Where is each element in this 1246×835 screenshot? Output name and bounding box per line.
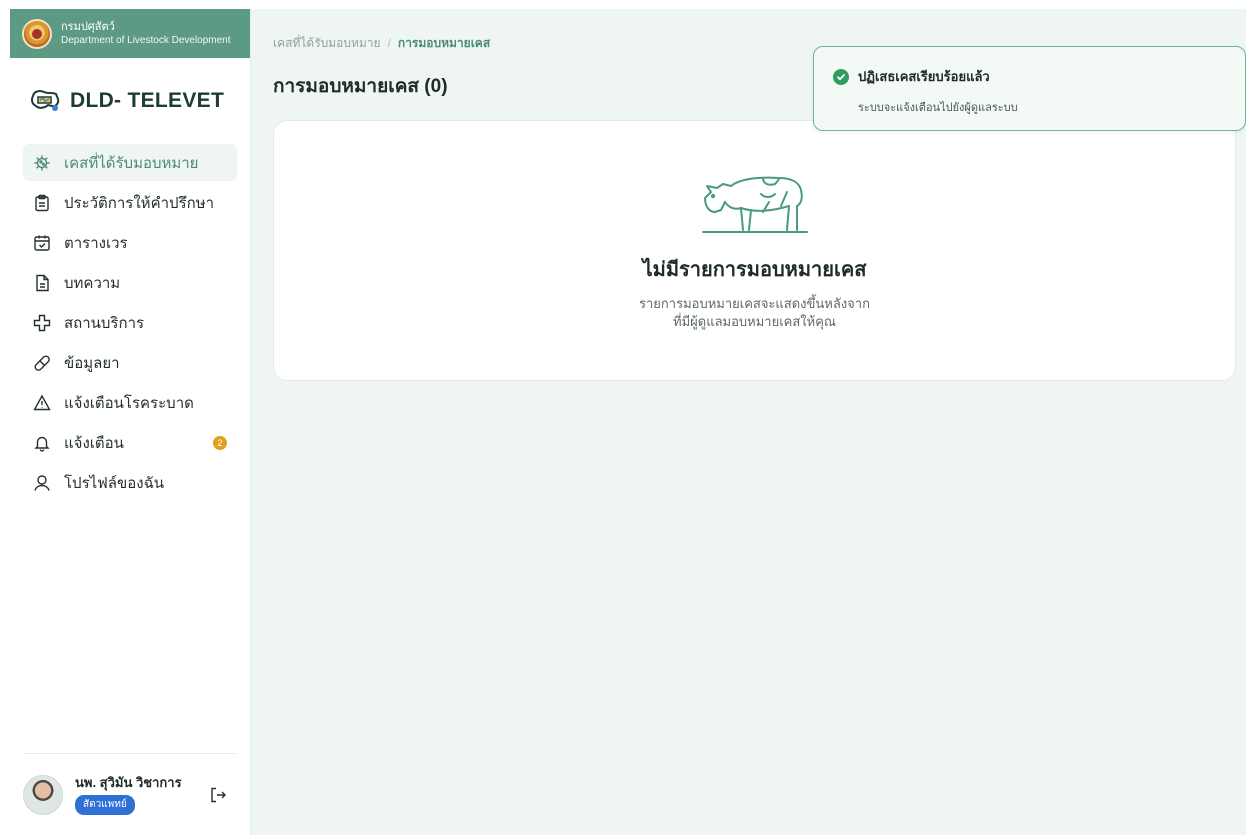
empty-state-description: รายการมอบหมายเคสจะแสดงขึ้นหลังจาก ที่มีผ… [639, 296, 870, 329]
sidebar-item-schedule[interactable]: ตารางเวร [23, 224, 237, 261]
sidebar-item-label: โปรไฟล์ของฉัน [64, 474, 165, 492]
televet-logo-icon [31, 90, 60, 111]
sidebar: กรมปศุสัตว์ Department of Livestock Deve… [10, 9, 251, 835]
breadcrumb-parent-link[interactable]: เคสที่ได้รับมอบหมาย [273, 36, 381, 50]
clipboard-icon [35, 194, 49, 211]
sidebar-item-label: แจ้งเตือนโรคระบาด [64, 394, 194, 412]
breadcrumb-separator: / [387, 36, 391, 50]
brand-name: DLD- TELEVET [70, 89, 225, 112]
sidebar-item-notifications[interactable]: แจ้งเตือน 2 [23, 424, 237, 461]
medical-cross-icon [33, 314, 51, 331]
sidebar-item-label: ตารางเวร [64, 234, 128, 252]
pill-icon [34, 355, 50, 371]
sidebar-item-outbreak-alerts[interactable]: แจ้งเตือนโรคระบาด [23, 384, 237, 421]
avatar[interactable] [23, 774, 63, 815]
user-name: นพ. สุวิมัน วิชาการ [75, 775, 182, 790]
sidebar-item-assigned-cases[interactable]: เคสที่ได้รับมอบหมาย [23, 144, 237, 181]
logout-icon[interactable] [209, 786, 227, 804]
sidebar-item-label: แจ้งเตือน [64, 434, 124, 452]
user-role-badge: สัตวแพทย์ [75, 795, 135, 815]
breadcrumb-current: การมอบหมายเคส [397, 36, 491, 50]
empty-state-card: ไม่มีรายการมอบหมายเคส รายการมอบหมายเคสจะ… [273, 120, 1236, 381]
check-circle-icon [833, 68, 849, 85]
toast-message: ระบบจะแจ้งเตือนไปยังผู้ดูแลระบบ [858, 102, 1018, 114]
sidebar-item-my-profile[interactable]: โปรไฟล์ของฉัน [23, 464, 237, 501]
user-profile-block: นพ. สุวิมัน วิชาการ สัตวแพทย์ [23, 753, 237, 835]
success-toast[interactable]: ปฏิเสธเคสเรียบร้อยแล้ว ระบบจะแจ้งเตือนไป… [813, 46, 1246, 131]
sidebar-item-label: เคสที่ได้รับมอบหมาย [64, 154, 199, 172]
bell-icon [34, 436, 50, 452]
user-icon [34, 474, 50, 491]
cow-illustration-icon [701, 176, 808, 233]
sidebar-item-articles[interactable]: บทความ [23, 264, 237, 301]
notification-count-badge: 2 [213, 436, 227, 450]
brand[interactable]: DLD- TELEVET [10, 58, 250, 144]
sidebar-item-drug-info[interactable]: ข้อมูลยา [23, 344, 237, 381]
org-name-th: กรมปศุสัตว์ [61, 20, 115, 33]
org-header: กรมปศุสัตว์ Department of Livestock Deve… [10, 9, 250, 58]
virus-icon [34, 155, 50, 170]
sidebar-item-label: ประวัติการให้คำปรึกษา [64, 194, 214, 212]
app-window: กรมปศุสัตว์ Department of Livestock Deve… [10, 9, 1246, 835]
toast-title: ปฏิเสธเคสเรียบร้อยแล้ว [858, 69, 990, 84]
sidebar-item-facilities[interactable]: สถานบริการ [23, 304, 237, 341]
sidebar-item-label: สถานบริการ [64, 314, 145, 332]
org-name-en: Department of Livestock Development [61, 34, 231, 46]
sidebar-item-consult-history[interactable]: ประวัติการให้คำปรึกษา [23, 184, 237, 221]
sidebar-item-label: ข้อมูลยา [64, 354, 120, 372]
sidebar-nav: เคสที่ได้รับมอบหมาย ประวัติการให้คำปรึกษ… [10, 144, 250, 501]
document-icon [36, 274, 49, 291]
sidebar-item-label: บทความ [64, 274, 121, 292]
empty-state-title: ไม่มีรายการมอบหมายเคส [642, 259, 867, 281]
calendar-check-icon [34, 235, 50, 251]
warning-icon [33, 394, 51, 410]
org-seal-logo [22, 18, 52, 49]
